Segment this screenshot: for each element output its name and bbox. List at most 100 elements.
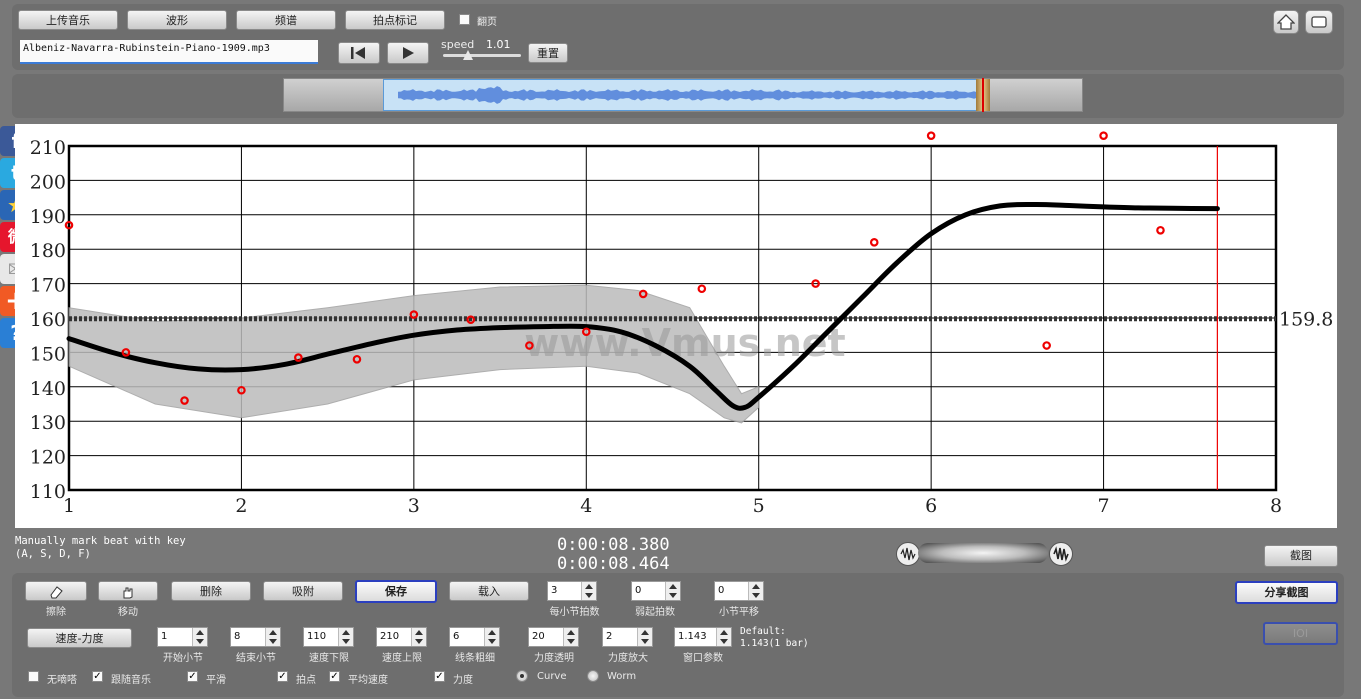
speed-min-input[interactable]: 110 — [303, 627, 354, 647]
screenshot-button[interactable]: 截图 — [1264, 545, 1338, 567]
speed-min-label: 速度下限 — [309, 653, 349, 664]
smooth-checkbox[interactable]: ✓ — [187, 671, 198, 682]
beats-per-bar-input[interactable]: 3 — [547, 581, 597, 601]
speed-max-label: 速度上限 — [382, 653, 422, 664]
move-tool-button[interactable] — [98, 581, 158, 601]
line-width-input[interactable]: 6 — [449, 627, 500, 647]
beat-point — [926, 131, 936, 140]
zoom-slider[interactable] — [918, 543, 1048, 563]
load-button[interactable]: 载入 — [449, 581, 529, 601]
beat-mark-button[interactable]: 拍点标记 — [345, 10, 445, 30]
overview-playhead-line — [982, 78, 984, 112]
eraser-icon — [50, 586, 63, 599]
move-label: 移动 — [118, 607, 138, 618]
beat-point — [1156, 225, 1165, 235]
beat-point — [697, 284, 707, 294]
save-button[interactable]: 保存 — [355, 580, 437, 603]
beat-points-checkbox[interactable]: ✓ — [277, 671, 288, 682]
erase-tool-button[interactable] — [25, 581, 87, 601]
spectrum-button[interactable]: 频谱 — [236, 10, 336, 30]
beats-per-bar-label: 每小节拍数 — [549, 607, 600, 618]
x-tick-label: 2 — [235, 495, 247, 517]
time-current: 0:00:08.380 — [557, 535, 670, 555]
beat-point — [1099, 131, 1108, 140]
speed-value: 1.01 — [486, 38, 511, 51]
y-tick-label: 130 — [30, 412, 66, 434]
force-label: 力度 — [453, 675, 473, 686]
avg-speed-checkbox[interactable]: ✓ — [329, 671, 340, 682]
worm-radio[interactable] — [587, 670, 599, 682]
x-tick-label: 7 — [1098, 495, 1110, 517]
file-name-field[interactable]: Albeniz-Navarra-Rubinstein-Piano-1909.mp… — [20, 40, 318, 64]
follow-music-label: 跟随音乐 — [111, 675, 151, 686]
no-scrub-checkbox[interactable] — [28, 671, 39, 682]
speed-max-input[interactable]: 210 — [376, 627, 427, 647]
upload-music-button[interactable]: 上传音乐 — [18, 10, 118, 30]
line-width-label: 线条粗细 — [455, 653, 495, 664]
overview-waveform — [398, 86, 977, 104]
file-name-text: Albeniz-Navarra-Rubinstein-Piano-1909.mp… — [23, 43, 270, 54]
start-bar-input[interactable]: 1 — [157, 627, 208, 647]
bar-shift-label: 小节平移 — [719, 607, 759, 618]
page-turn-checkbox[interactable] — [459, 14, 470, 25]
waveform-button[interactable]: 波形 — [127, 10, 227, 30]
curve-label: Curve — [537, 671, 567, 682]
y-tick-label: 120 — [30, 447, 66, 469]
y-tick-label: 200 — [30, 171, 66, 193]
delete-button[interactable]: 删除 — [171, 581, 251, 601]
x-tick-label: 6 — [925, 495, 937, 517]
average-speed-label: 159.8 — [1279, 309, 1333, 331]
end-bar-input[interactable]: 8 — [230, 627, 281, 647]
default-line-1: Default: — [740, 626, 786, 637]
y-tick-label: 150 — [30, 343, 66, 365]
reset-speed-button[interactable]: 重置 — [528, 43, 568, 63]
erase-label: 擦除 — [46, 607, 66, 618]
home-button[interactable] — [1273, 10, 1299, 34]
share-screenshot-button[interactable]: 分享截图 — [1235, 581, 1338, 604]
force-checkbox[interactable]: ✓ — [434, 671, 445, 682]
y-tick-label: 110 — [30, 481, 66, 503]
zoom-out-waveform-icon[interactable] — [896, 542, 920, 566]
no-scrub-label: 无嘀嗒 — [47, 675, 77, 686]
beat-point — [869, 238, 879, 247]
bar-shift-input[interactable]: 0 — [714, 581, 764, 601]
end-bar-label: 结束小节 — [236, 653, 276, 664]
x-tick-label: 3 — [408, 495, 420, 517]
play-icon — [403, 47, 414, 59]
window-param-input[interactable]: 1.143 — [674, 627, 732, 647]
play-button[interactable] — [387, 42, 429, 64]
zoom-in-waveform-icon[interactable] — [1049, 542, 1073, 566]
force-alpha-input[interactable]: 20 — [528, 627, 579, 647]
force-scale-input[interactable]: 2 — [602, 627, 653, 647]
curve-radio[interactable] — [516, 670, 528, 682]
x-tick-label: 1 — [63, 495, 75, 517]
previous-button[interactable] — [338, 42, 380, 64]
hint-line-2: (A, S, D, F) — [15, 548, 91, 560]
time-total: 0:00:08.464 — [557, 554, 670, 574]
pickup-input[interactable]: 0 — [631, 581, 681, 601]
tempo-chart[interactable]: 110 120 130 140 150 160 170 180 190 200 210 1 2 3 4 5 6 7… — [15, 124, 1337, 528]
y-tick-label: 180 — [30, 240, 66, 262]
fullscreen-button[interactable] — [1305, 10, 1333, 34]
beat-points-label: 拍点 — [296, 675, 316, 686]
ioi-button[interactable]: IOI — [1263, 622, 1338, 645]
page-turn-label: 翻页 — [477, 17, 497, 28]
speed-slider[interactable] — [443, 54, 521, 57]
force-scale-label: 力度放大 — [608, 653, 648, 664]
attach-button[interactable]: 吸附 — [263, 581, 343, 601]
smooth-label: 平滑 — [206, 675, 226, 686]
follow-music-checkbox[interactable]: ✓ — [92, 671, 103, 682]
y-tick-label: 190 — [30, 206, 66, 228]
speed-force-button[interactable]: 速度-力度 — [27, 628, 132, 648]
y-tick-label: 210 — [30, 137, 66, 159]
hand-icon — [123, 587, 133, 599]
avg-speed-label: 平均速度 — [348, 675, 388, 686]
y-tick-label: 160 — [30, 309, 66, 331]
y-tick-label: 140 — [30, 378, 66, 400]
hint-line-1: Manually mark beat with key — [15, 535, 186, 547]
pickup-label: 弱起拍数 — [635, 607, 675, 618]
speed-slider-handle[interactable] — [463, 50, 473, 60]
beat-point — [1042, 341, 1051, 350]
window-param-label: 窗口参数 — [683, 653, 723, 664]
x-tick-label: 8 — [1270, 495, 1282, 517]
